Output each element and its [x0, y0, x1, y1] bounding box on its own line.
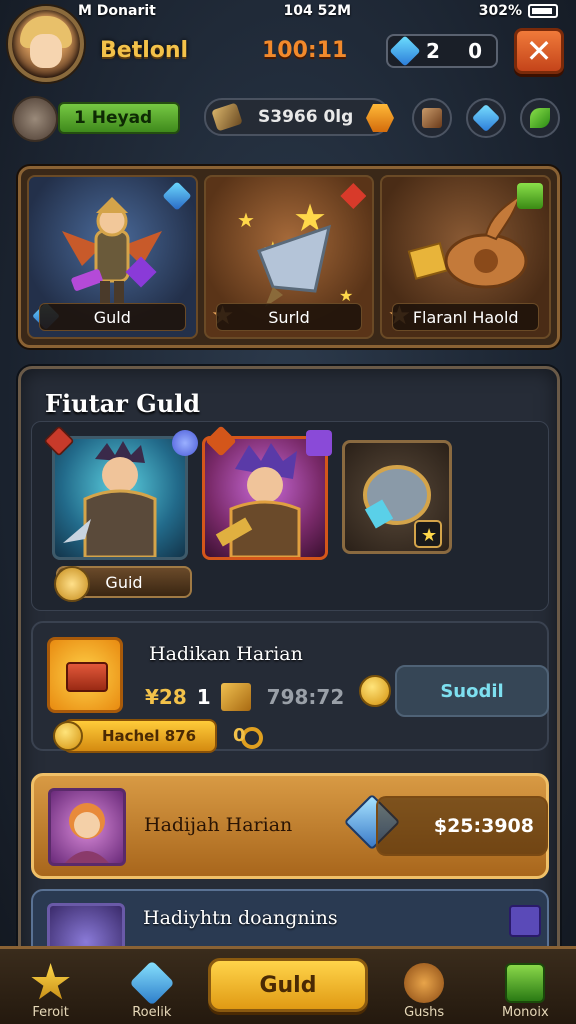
hero-guild-tag[interactable]: Guid	[54, 566, 192, 602]
hadijah-title: Hadijah Harian	[144, 814, 293, 836]
ore-icon	[211, 102, 243, 132]
chest-tile[interactable]	[47, 637, 123, 713]
nav-label-4: Gushs	[404, 1005, 445, 1020]
daily-reward-card: Hadikan Harian ¥28 1 798:72 Suodil Hache…	[31, 621, 549, 753]
winged-knight-icon	[62, 197, 163, 303]
daily-reward-title: Hadikan Harian	[149, 643, 303, 665]
guild-title: Fiutar Guld	[45, 389, 201, 418]
svg-text:★: ★	[421, 525, 437, 546]
resource-row: 1 Heyad S3966 0lg	[0, 94, 576, 144]
pot-icon	[404, 963, 445, 1003]
guild-heroes: ★ Guid	[31, 421, 549, 611]
wand-icon	[505, 963, 546, 1003]
svg-text:★: ★	[237, 208, 255, 232]
featured-label-2: Surld	[215, 303, 363, 331]
nav-item-1[interactable]: Feroit	[6, 963, 96, 1020]
avatar-face	[30, 34, 62, 68]
chest-icon	[66, 662, 108, 692]
leaf-icon	[530, 108, 550, 128]
crystal-nav-icon	[129, 960, 175, 1006]
daily-quantity: 1	[196, 685, 211, 709]
star-icon	[31, 963, 70, 1000]
item-tile-gauntlet[interactable]: ★	[342, 440, 452, 554]
event-timer: 100:11	[262, 38, 348, 63]
nav-guild-button[interactable]: Guld	[207, 958, 368, 1012]
crystal-icon	[471, 103, 501, 133]
daily-old-price: 798:72	[266, 685, 345, 709]
level-badge[interactable]: 1 Heyad	[58, 102, 180, 134]
daily-price: ¥28	[145, 685, 187, 709]
companion-avatar[interactable]	[12, 96, 58, 142]
gem-icon	[389, 35, 421, 67]
gold-horn-icon	[407, 194, 528, 289]
hex-gold-icon	[366, 104, 394, 132]
crate-icon	[220, 683, 251, 711]
crystal-button[interactable]	[466, 98, 506, 138]
claim-button[interactable]: Suodil	[395, 665, 549, 717]
player-name: Betlonl	[100, 38, 189, 63]
featured-card-sword[interactable]: ★ ★ ★ ★ ★ Surld	[203, 175, 375, 339]
nav-label-2: Roelik	[132, 1005, 172, 1020]
featured-strip: Guld ★ ★ ★ ★ ★ Surld ★ Flaranl Haold	[18, 166, 560, 348]
daily-price-line: ¥28 1 798:72	[145, 683, 344, 711]
hadijah-price[interactable]: $25:3908	[376, 796, 548, 856]
coin-icon	[359, 675, 391, 707]
third-reward-title: Hadiyhtn doangnins	[143, 907, 338, 929]
top-bar: Betlonl 100:11 2 0 ✕	[0, 0, 576, 90]
purple-badge-icon	[306, 430, 332, 456]
player-avatar[interactable]	[8, 6, 84, 82]
redhead-hero-icon	[65, 803, 109, 863]
bottom-nav: Feroit Roelik Guld Gushs Monoix	[0, 946, 576, 1024]
gold-counter[interactable]: S3966 0lg	[204, 98, 394, 136]
daily-extra-count: 0	[233, 725, 246, 746]
gauntlet-icon: ★	[363, 465, 442, 548]
hero-portrait	[48, 788, 126, 866]
nav-item-4[interactable]: Gushs	[379, 963, 469, 1020]
herb-button[interactable]	[520, 98, 560, 138]
featured-label-3: Flaranl Haold	[392, 303, 540, 331]
nav-label-5: Monoix	[502, 1005, 549, 1020]
pill-coin-icon	[53, 721, 83, 751]
guild-panel: Fiutar Guld ★ Guid Hadikan Harian ¥28 1 …	[18, 366, 560, 969]
gem-count: 2	[426, 39, 440, 63]
nav-item-5[interactable]: Monoix	[480, 963, 570, 1020]
hadijah-reward-card[interactable]: Hadijah Harian $25:3908	[31, 773, 549, 879]
featured-card-horn[interactable]: ★ Flaranl Haold	[380, 175, 552, 339]
dark-knight-icon	[63, 441, 157, 557]
daily-bonus-pill[interactable]: Hachel 876	[63, 719, 217, 753]
featured-card-guild[interactable]: Guld	[27, 175, 198, 339]
green-star-tag-icon	[517, 183, 544, 209]
gold-amount: S3966 0lg	[258, 107, 354, 127]
mage-hero-icon	[215, 443, 301, 557]
cross-swords-icon	[509, 905, 541, 937]
shield-stars-icon: ★ ★ ★ ★	[237, 196, 353, 307]
nav-label-1: Feroit	[32, 1005, 69, 1020]
scroll-button[interactable]	[412, 98, 452, 138]
scroll-icon	[422, 108, 442, 128]
gem-counter[interactable]: 2 0	[386, 34, 498, 68]
gem-count-secondary: 0	[468, 39, 482, 63]
orb-badge-icon	[172, 430, 198, 456]
nav-item-2[interactable]: Roelik	[107, 960, 197, 1020]
close-button[interactable]: ✕	[514, 28, 564, 74]
featured-label-1: Guld	[39, 303, 186, 331]
hero-tile-dark-knight[interactable]	[52, 436, 188, 560]
